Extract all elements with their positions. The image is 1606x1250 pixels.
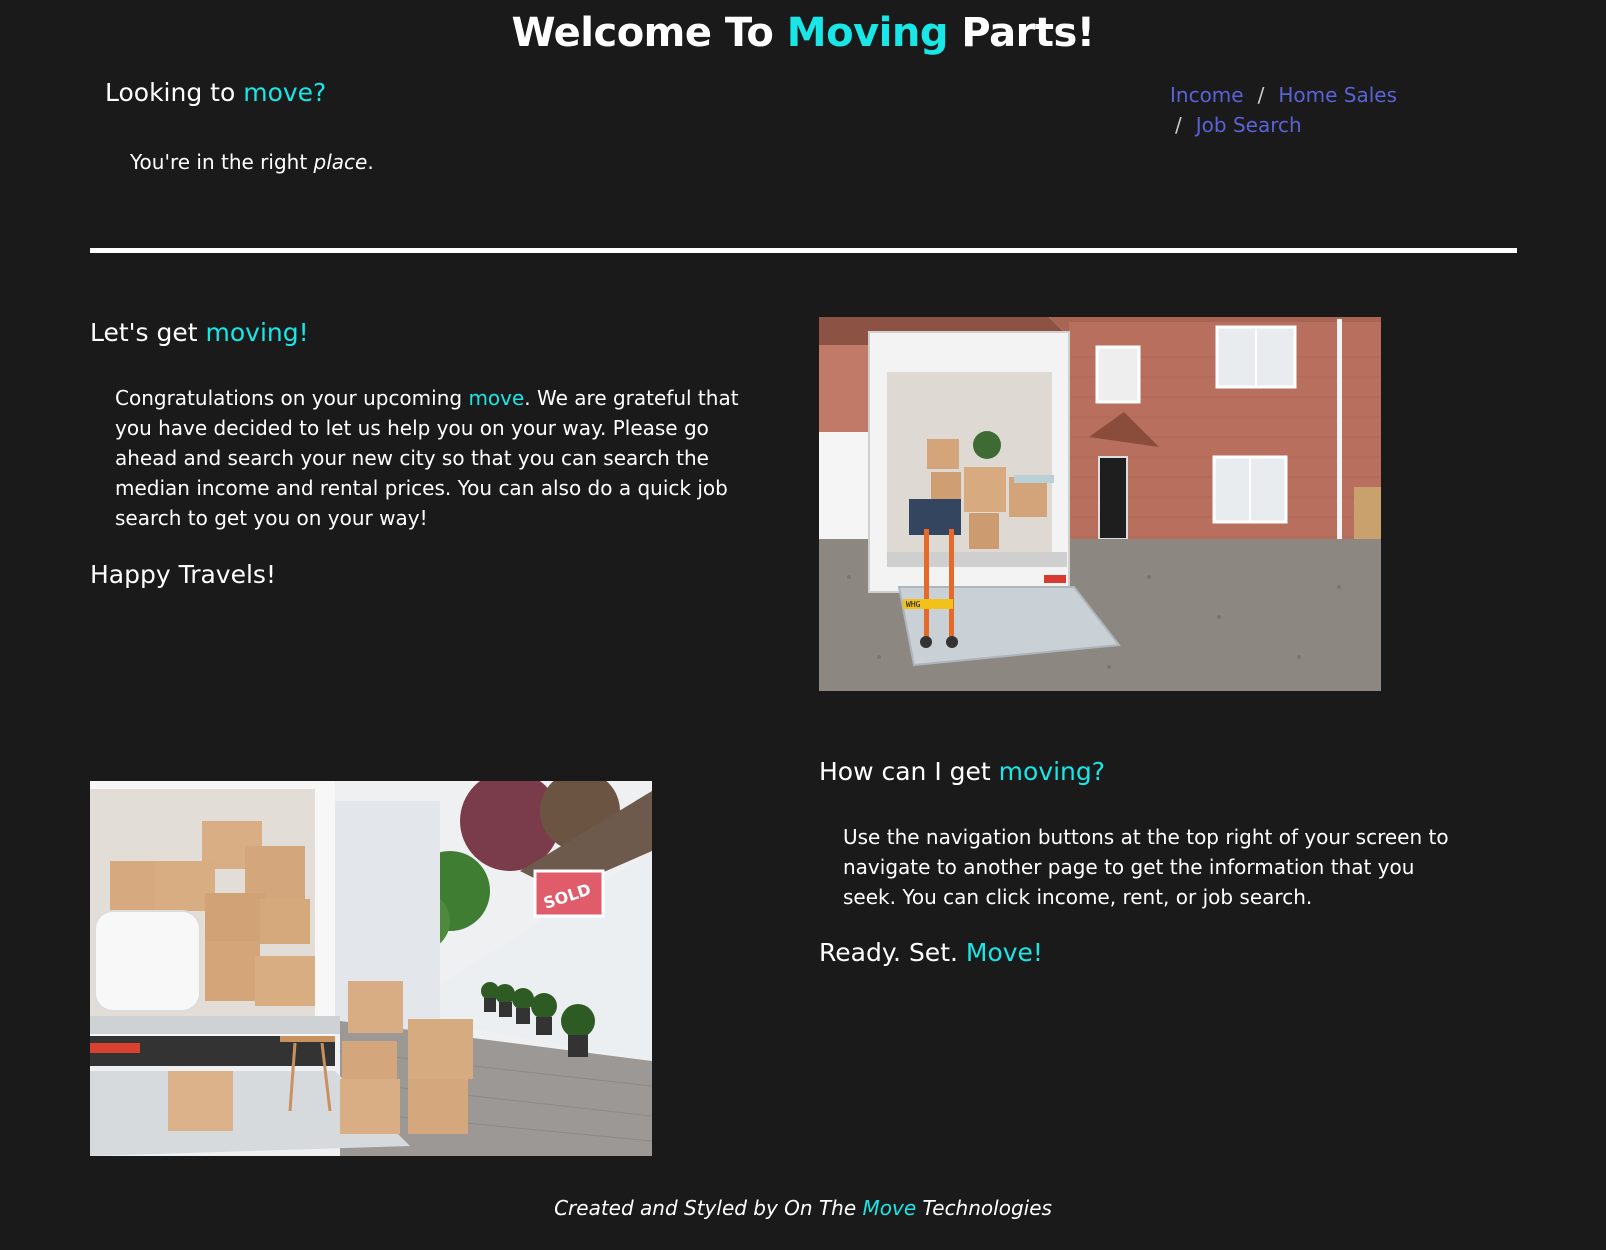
footer-accent: Move — [862, 1196, 917, 1220]
section1-heading-pre: Let's get — [90, 318, 206, 347]
section2-closing-pre: Ready. Set. — [819, 938, 966, 967]
intro-text: You're in the right place. — [130, 150, 374, 174]
section1-paragraph: Congratulations on your upcoming move. W… — [115, 383, 770, 533]
footer-post: Technologies — [916, 1196, 1052, 1220]
nav-link-home-sales[interactable]: Home Sales — [1278, 83, 1397, 107]
intro-heading-accent: move? — [243, 78, 327, 107]
divider — [90, 248, 1517, 253]
section1-heading: Let's get moving! — [90, 318, 309, 347]
section2-heading: How can I get moving? — [819, 757, 1105, 786]
page-title-pre: Welcome To — [511, 10, 787, 56]
nav-link-job-search[interactable]: Job Search — [1196, 113, 1302, 137]
page-title: Welcome To Moving Parts! — [0, 10, 1606, 56]
intro-text-post: . — [367, 150, 374, 174]
section1-heading-accent: moving! — [205, 318, 309, 347]
section2-closing-accent: Move! — [965, 938, 1043, 967]
nav-breadcrumb: Income / Home Sales / Job Search — [1170, 80, 1430, 140]
section2-paragraph: Use the navigation buttons at the top ri… — [843, 825, 1449, 909]
page: Welcome To Moving Parts! Looking to move… — [0, 0, 1606, 1250]
section2-closing: Ready. Set. Move! — [819, 938, 1043, 967]
intro-text-em: place — [313, 150, 368, 174]
footer-pre: Created and Styled by On The — [554, 1196, 863, 1220]
nav-link-income[interactable]: Income — [1170, 83, 1244, 107]
footer: Created and Styled by On The Move Techno… — [0, 1196, 1606, 1220]
section1-paragraph-pre: Congratulations on your upcoming — [115, 386, 469, 410]
intro-heading: Looking to move? — [105, 78, 326, 107]
plate-text: WHG — [906, 600, 921, 609]
intro-text-pre: You're in the right — [130, 150, 314, 174]
intro-heading-pre: Looking to — [105, 78, 244, 107]
nav-separator: / — [1175, 113, 1182, 137]
page-title-post: Parts! — [947, 10, 1095, 56]
nav-separator: / — [1257, 83, 1265, 107]
section1-closing: Happy Travels! — [90, 560, 276, 589]
moving-truck-house-image: WHG — [819, 317, 1381, 691]
section2-heading-accent: moving? — [998, 757, 1106, 786]
page-title-accent: Moving — [786, 10, 949, 56]
section1-paragraph-accent: move — [468, 386, 525, 410]
section2-heading-pre: How can I get — [819, 757, 999, 786]
boxes-sold-sign-image: SOLD — [90, 781, 652, 1156]
